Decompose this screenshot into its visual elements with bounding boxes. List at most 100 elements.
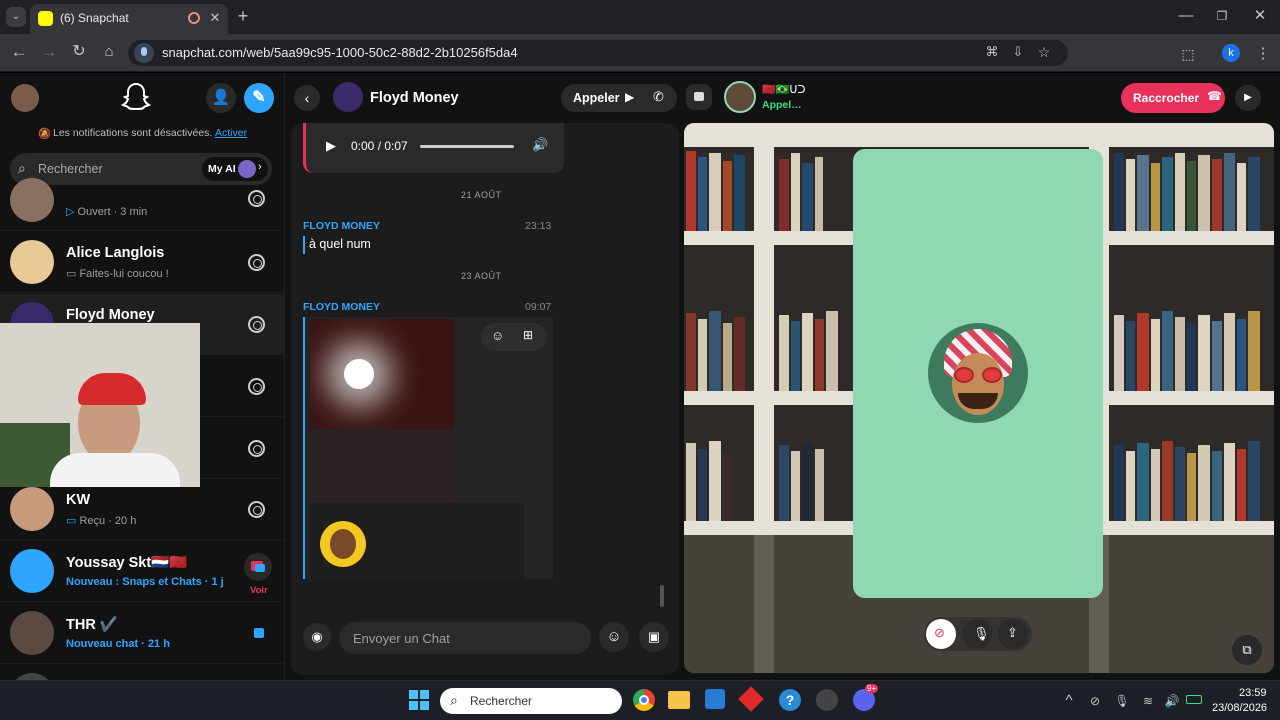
snapchat-ghost-icon[interactable] xyxy=(120,81,152,113)
back-button[interactable]: ‹ xyxy=(294,85,320,111)
contact-status: Nouveau chat · 21 h xyxy=(66,638,170,650)
list-item[interactable] xyxy=(0,665,284,680)
chrome-profile-icon[interactable] xyxy=(816,689,838,711)
wifi-icon[interactable]: ≋ xyxy=(1140,691,1156,711)
taskbar-search-label: Rechercher xyxy=(470,694,533,708)
start-icon[interactable] xyxy=(409,690,429,710)
camera-icon[interactable] xyxy=(248,316,265,333)
tab-snapchat[interactable]: (6) Snapchat ✕ xyxy=(30,4,228,34)
pop-out-icon[interactable]: ⧉ xyxy=(1232,635,1262,665)
chat-contact-name[interactable]: Floyd Money xyxy=(370,90,459,106)
tray-overflow-icon[interactable]: ^ xyxy=(1062,691,1076,711)
camera-icon[interactable] xyxy=(248,254,265,271)
video-call-panel: ⊘ 🎙 ⇪ ⧉ xyxy=(684,123,1274,673)
audio-progress-bar[interactable] xyxy=(420,145,514,148)
emoji-icon[interactable]: ☺ xyxy=(599,622,629,652)
mute-button[interactable]: 🎙 xyxy=(962,619,992,649)
store-icon[interactable] xyxy=(705,689,725,709)
gallery-icon[interactable]: ▣ xyxy=(639,622,669,652)
taskbar-search[interactable]: ⌕ Rechercher xyxy=(440,688,622,714)
reload-icon[interactable]: ↻ xyxy=(68,42,90,64)
hangup-button[interactable]: Raccrocher ☎ xyxy=(1121,83,1225,113)
window-close-icon[interactable]: ✕ xyxy=(1250,6,1270,26)
help-icon[interactable]: ? xyxy=(779,689,801,711)
save-media-icon[interactable]: ⊞ xyxy=(523,328,533,342)
bell-off-icon: 🔕 xyxy=(38,128,52,140)
new-chat-button[interactable]: ✎ xyxy=(244,83,274,113)
chrome-icon[interactable] xyxy=(633,689,655,711)
my-bitmoji-avatar[interactable] xyxy=(11,84,39,112)
address-bar[interactable]: snapchat.com/web/5aa99c95-1000-50c2-88d2… xyxy=(128,40,1068,66)
chat-contact-avatar[interactable] xyxy=(333,82,363,112)
volume-tray-icon[interactable]: 🔊 xyxy=(1164,691,1180,711)
microphone-tray-icon[interactable]: 🎙 xyxy=(1114,691,1130,711)
caller-avatar[interactable] xyxy=(724,81,756,113)
camera-icon[interactable] xyxy=(248,190,265,207)
install-app-icon[interactable]: ⇩ xyxy=(1008,42,1028,62)
browser-menu-icon[interactable]: ⋮ xyxy=(1254,44,1272,64)
forward-icon[interactable]: → xyxy=(38,42,60,64)
caller-name: 🇲🇦🇧🇷ᑌᑐ xyxy=(762,84,806,96)
camera-off-button[interactable]: ⊘ xyxy=(926,619,956,649)
contact-name: THR ✔️ xyxy=(66,617,118,633)
network-off-icon[interactable]: ⊘ xyxy=(1087,691,1103,711)
phone-icon[interactable]: ✆ xyxy=(653,89,664,105)
collapse-call-icon[interactable]: ▶ xyxy=(1235,85,1261,111)
webcam-overlay[interactable] xyxy=(0,323,200,487)
participant-bitmoji xyxy=(928,323,1028,423)
add-reaction-icon[interactable]: ☺ xyxy=(491,328,504,343)
audio-player[interactable]: ▶ 0:00 / 0:07 🔊 xyxy=(303,123,564,173)
back-icon[interactable]: ← xyxy=(8,42,30,64)
bookmark-star-icon[interactable]: ☆ xyxy=(1034,42,1054,62)
snapchat-favicon-icon xyxy=(38,11,53,26)
video-call-icon[interactable]: ▶ xyxy=(625,90,634,104)
play-icon[interactable]: ▶ xyxy=(326,138,336,154)
camera-icon[interactable] xyxy=(248,440,265,457)
add-friend-icon[interactable]: 👤 xyxy=(206,83,236,113)
list-item[interactable]: Alice Langlois ▭ Faites-lui coucou ! xyxy=(0,232,284,293)
unread-chat-icon xyxy=(254,628,264,638)
list-item[interactable]: ▷ Ouvert · 3 min xyxy=(0,170,284,231)
call-button-group: Appeler ▶ ✆ xyxy=(561,84,677,112)
list-item[interactable]: Youssay Skt🇳🇱🇲🇦 Nouveau : Snaps et Chats… xyxy=(0,541,284,602)
clock-date[interactable]: 23/08/2026 xyxy=(1212,702,1267,714)
contact-name: KW xyxy=(66,492,91,508)
volume-icon[interactable]: 🔊 xyxy=(532,137,548,153)
site-info-icon[interactable] xyxy=(134,43,154,63)
share-screen-button[interactable]: ⇪ xyxy=(998,619,1028,649)
translate-icon[interactable]: ⌘ xyxy=(982,42,1002,62)
chat-scrollbar[interactable] xyxy=(660,585,664,607)
chat-input[interactable]: Envoyer un Chat xyxy=(339,622,591,654)
camera-icon[interactable] xyxy=(248,378,265,395)
enable-notifications-link[interactable]: Activer xyxy=(215,127,247,139)
chat-toggle-icon[interactable] xyxy=(686,84,712,110)
tab-search-icon[interactable]: ⌄ xyxy=(6,7,26,27)
message-text: à quel num xyxy=(309,237,371,251)
view-action-label[interactable]: Voir xyxy=(250,585,268,596)
media-thumbnail[interactable] xyxy=(310,319,454,503)
list-item[interactable]: THR ✔️ Nouveau chat · 21 h xyxy=(0,603,284,664)
profile-avatar[interactable]: k xyxy=(1222,44,1240,62)
avatar xyxy=(10,549,54,593)
clock-time[interactable]: 23:59 xyxy=(1239,687,1267,699)
file-explorer-icon[interactable] xyxy=(668,691,690,709)
search-icon: ⌕ xyxy=(450,692,458,708)
minimize-icon[interactable]: — xyxy=(1176,6,1196,26)
list-item[interactable]: KW ▭ Reçu · 20 h xyxy=(0,479,284,540)
battery-icon[interactable] xyxy=(1186,695,1202,704)
camera-button[interactable]: ◉ xyxy=(303,623,331,651)
discord-icon[interactable]: 9+ xyxy=(853,684,879,711)
tab-close-icon[interactable]: ✕ xyxy=(206,8,224,26)
camera-icon[interactable] xyxy=(248,501,265,518)
extensions-icon[interactable]: ⬚ xyxy=(1178,44,1198,64)
home-icon[interactable]: ⌂ xyxy=(98,42,120,64)
app-icon[interactable] xyxy=(738,686,764,712)
call-status: Appel… xyxy=(762,99,802,111)
new-tab-icon[interactable]: + xyxy=(233,6,253,26)
call-button[interactable]: Appeler xyxy=(573,91,620,105)
restore-icon[interactable]: ❐ xyxy=(1212,6,1232,26)
audio-time: 0:00 / 0:07 xyxy=(351,139,408,153)
browser-tab-strip: ⌄ (6) Snapchat ✕ + — ❐ ✕ xyxy=(0,0,1280,34)
new-snap-icon[interactable] xyxy=(244,553,272,581)
participant-tile xyxy=(853,149,1103,598)
